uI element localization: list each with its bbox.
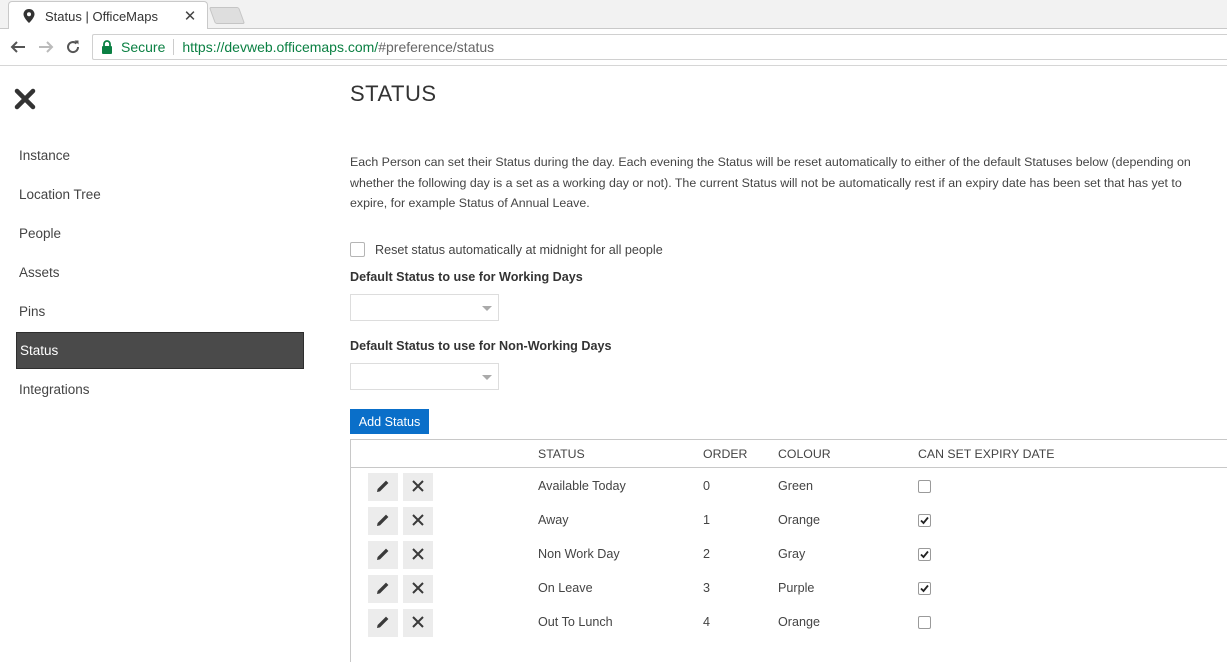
reload-icon[interactable]	[64, 38, 82, 56]
delete-button[interactable]	[403, 473, 433, 501]
header-order[interactable]: ORDER	[703, 447, 747, 461]
delete-button[interactable]	[403, 541, 433, 569]
sidebar-item-integrations[interactable]: Integrations	[16, 371, 304, 408]
lock-icon	[102, 40, 112, 54]
address-separator	[173, 39, 175, 55]
tab-title: Status | OfficeMaps	[45, 8, 158, 24]
expiry-checkbox[interactable]	[918, 514, 931, 527]
cell-status: Out To Lunch	[538, 615, 613, 629]
sidebar-item-label: People	[19, 226, 62, 241]
table-row: Away 1 Orange	[351, 504, 1227, 538]
checkmark-icon	[920, 514, 929, 528]
cell-order: 2	[703, 547, 711, 561]
sidebar-item-label: Integrations	[19, 382, 90, 397]
new-tab-button[interactable]	[208, 7, 246, 24]
expiry-checkbox[interactable]	[918, 616, 931, 629]
status-table: STATUS ORDER COLOUR CAN SET EXPIRY DATE …	[350, 439, 1227, 662]
header-can-set-expiry[interactable]: CAN SET EXPIRY DATE	[918, 447, 1054, 461]
sidebar-item-label: Assets	[19, 265, 60, 280]
pencil-icon	[376, 581, 390, 598]
pencil-icon	[376, 513, 390, 530]
edit-button[interactable]	[368, 609, 398, 637]
sidebar-item-label: Status	[20, 343, 59, 358]
working-days-label: Default Status to use for Working Days	[350, 270, 583, 284]
status-description: Each Person can set their Status during …	[350, 155, 1191, 210]
non-working-days-select[interactable]	[350, 363, 499, 390]
cell-colour: Orange	[778, 513, 821, 527]
reset-status-checkbox[interactable]	[350, 242, 365, 257]
browser-tab-bar: Status | OfficeMaps ✕	[0, 0, 1227, 30]
table-row: Out To Lunch 4 Orange	[351, 606, 1227, 640]
edit-button[interactable]	[368, 507, 398, 535]
url-host: https://devweb.officemaps.com/	[182, 39, 379, 55]
expiry-checkbox[interactable]	[918, 548, 931, 561]
x-icon	[412, 513, 424, 529]
pencil-icon	[376, 479, 390, 496]
address-bar[interactable]: Secure https://devweb.officemaps.com/ #p…	[92, 34, 1227, 60]
add-status-button[interactable]: Add Status	[350, 409, 429, 434]
sidebar-item-assets[interactable]: Assets	[16, 254, 304, 291]
header-colour[interactable]: COLOUR	[778, 447, 831, 461]
pencil-icon	[376, 547, 390, 564]
cell-status: On Leave	[538, 581, 593, 595]
cell-status: Away	[538, 513, 569, 527]
cell-colour: Orange	[778, 615, 821, 629]
back-arrow-icon[interactable]	[9, 38, 27, 56]
x-icon	[412, 479, 424, 495]
forward-arrow-icon[interactable]	[37, 38, 55, 56]
checkmark-icon	[920, 548, 929, 562]
cell-status: Available Today	[538, 479, 626, 493]
x-icon	[412, 615, 424, 631]
reset-status-row: Reset status automatically at midnight f…	[350, 242, 663, 257]
cell-colour: Purple	[778, 581, 815, 595]
url-path: #preference/status	[378, 39, 495, 55]
browser-tab[interactable]: Status | OfficeMaps ✕	[8, 1, 208, 30]
sidebar-item-instance[interactable]: Instance	[16, 137, 304, 174]
sidebar-item-people[interactable]: People	[16, 215, 304, 252]
sidebar-item-label: Pins	[19, 304, 46, 319]
non-working-days-label: Default Status to use for Non-Working Da…	[350, 339, 612, 353]
cell-order: 0	[703, 479, 711, 493]
checkmark-icon	[920, 582, 929, 596]
expiry-checkbox[interactable]	[918, 480, 931, 493]
delete-button[interactable]	[403, 575, 433, 603]
edit-button[interactable]	[368, 473, 398, 501]
browser-toolbar: Secure https://devweb.officemaps.com/ #p…	[0, 29, 1227, 66]
main-content: STATUS Each Person can set their Status …	[350, 67, 1227, 662]
sidebar-item-label: Location Tree	[19, 187, 101, 202]
edit-button[interactable]	[368, 541, 398, 569]
sidebar-item-location-tree[interactable]: Location Tree	[16, 176, 304, 213]
cell-colour: Gray	[778, 547, 806, 561]
map-pin-icon	[23, 9, 35, 23]
table-row: Available Today 0 Green	[351, 470, 1227, 504]
x-icon	[412, 547, 424, 563]
reset-status-label: Reset status automatically at midnight f…	[375, 242, 663, 257]
page-title: STATUS	[350, 81, 437, 106]
cell-order: 4	[703, 615, 711, 629]
delete-button[interactable]	[403, 609, 433, 637]
close-icon[interactable]	[14, 88, 38, 112]
header-status[interactable]: STATUS	[538, 447, 585, 461]
chevron-down-icon	[482, 306, 492, 311]
x-icon	[412, 581, 424, 597]
secure-label: Secure	[121, 39, 166, 55]
sidebar-item-status[interactable]: Status	[16, 332, 304, 369]
delete-button[interactable]	[403, 507, 433, 535]
table-header: STATUS ORDER COLOUR CAN SET EXPIRY DATE	[351, 440, 1227, 468]
tab-close-icon[interactable]: ✕	[183, 7, 197, 25]
edit-button[interactable]	[368, 575, 398, 603]
cell-colour: Green	[778, 479, 814, 493]
table-row: Non Work Day 2 Gray	[351, 538, 1227, 572]
sidebar: Instance Location Tree People Assets Pin…	[0, 67, 320, 662]
cell-order: 3	[703, 581, 711, 595]
sidebar-item-label: Instance	[19, 148, 71, 163]
cell-order: 1	[703, 513, 711, 527]
expiry-checkbox[interactable]	[918, 582, 931, 595]
pencil-icon	[376, 615, 390, 632]
working-days-select[interactable]	[350, 294, 499, 321]
chevron-down-icon	[482, 375, 492, 380]
table-row: On Leave 3 Purple	[351, 572, 1227, 606]
cell-status: Non Work Day	[538, 547, 620, 561]
sidebar-item-pins[interactable]: Pins	[16, 293, 304, 330]
